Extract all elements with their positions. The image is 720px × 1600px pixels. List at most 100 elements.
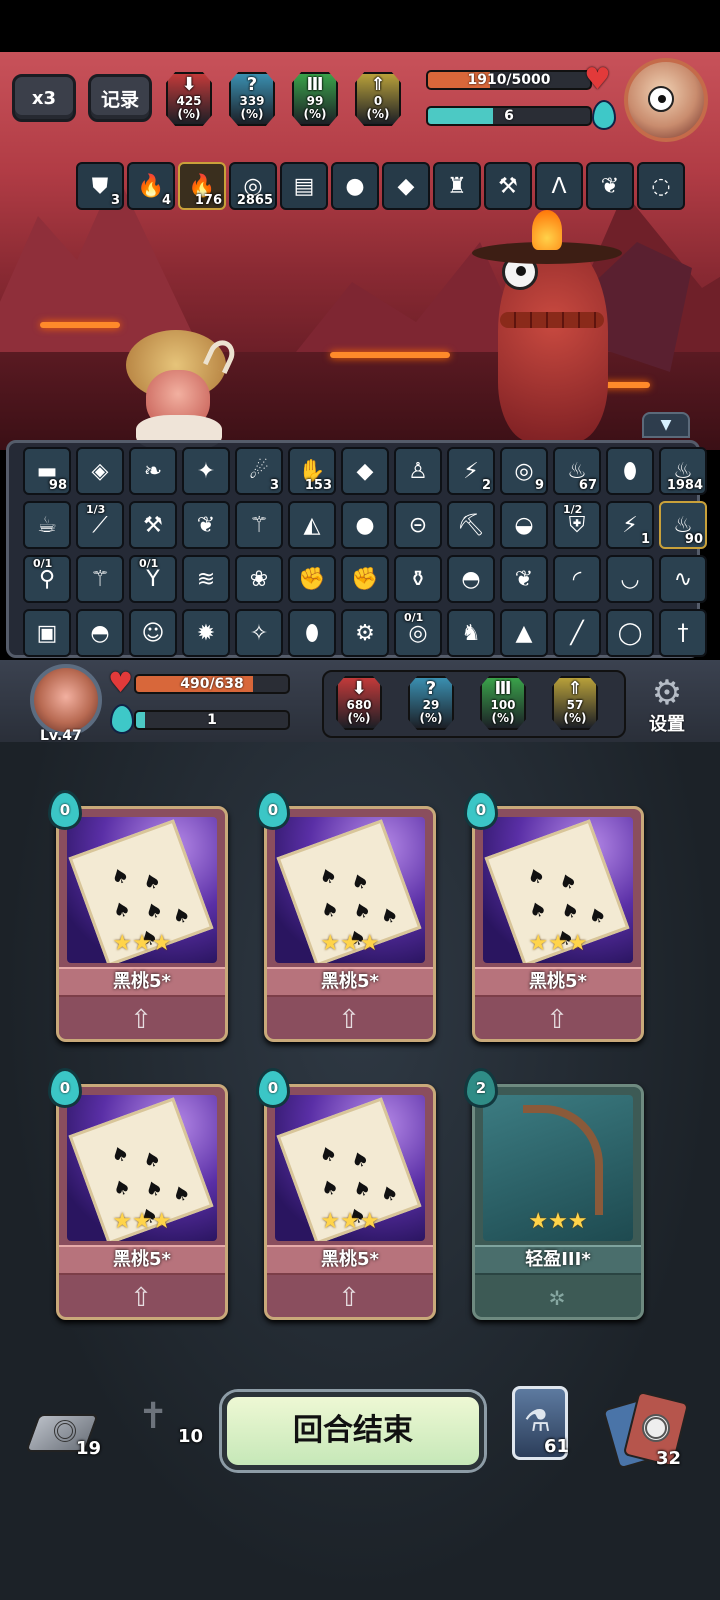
item-tile[interactable]: ✊ <box>288 555 336 603</box>
discard-pile[interactable]: 32 <box>602 1390 694 1474</box>
item-tile[interactable]: ❦ <box>182 501 230 549</box>
stat-badge[interactable]: Ⅲ 99 (%) <box>292 72 338 126</box>
tile-count: 9 <box>534 478 544 493</box>
item-tile[interactable]: ◒ <box>500 501 548 549</box>
item-tile[interactable]: ● <box>331 162 379 210</box>
item-tile[interactable]: ⊝ <box>394 501 442 549</box>
item-tile[interactable]: ◓ <box>447 555 495 603</box>
item-tile[interactable]: ♜ <box>433 162 481 210</box>
item-tile[interactable]: ❧ <box>129 447 177 495</box>
item-tile[interactable]: ⚙ <box>341 609 389 657</box>
item-tile[interactable]: ♞ <box>447 609 495 657</box>
player-energy-bar: 1 <box>134 710 290 730</box>
item-tile[interactable]: ✦ <box>182 447 230 495</box>
item-tile[interactable]: ❦ <box>500 555 548 603</box>
item-tile[interactable]: ☕ <box>23 501 71 549</box>
speed-button[interactable]: x3 <box>12 74 76 122</box>
collapse-relics-button[interactable]: ▼ <box>642 412 690 438</box>
item-tile[interactable]: ▲ <box>500 609 548 657</box>
wind-icon: ≋ <box>196 566 216 592</box>
item-tile[interactable]: ∿ <box>659 555 707 603</box>
item-tile[interactable]: ⛨ 1/2 <box>553 501 601 549</box>
item-tile[interactable]: ● <box>341 501 389 549</box>
card-stars: ★★★ <box>320 931 380 956</box>
item-tile[interactable]: ◓ <box>76 609 124 657</box>
enemy-portrait[interactable] <box>624 58 708 142</box>
item-tile[interactable]: ✋ 153 <box>288 447 336 495</box>
item-tile[interactable]: ♨ 90 <box>659 501 707 549</box>
rainbow-ring-icon: ◯ <box>617 620 643 646</box>
item-tile[interactable]: ♨ 1984 <box>659 447 707 495</box>
item-tile[interactable]: ⬮ <box>606 447 654 495</box>
item-tile[interactable]: ◆ <box>382 162 430 210</box>
item-tile[interactable]: ⚱ <box>394 555 442 603</box>
hand-card[interactable]: ♠ ♠ ♠ ♠ ♠ ♠ ★★★ 黑桃5* ⇧ <box>264 1084 436 1320</box>
grave-pile[interactable]: ✝ 10 <box>126 1396 210 1458</box>
item-tile[interactable]: ✧ <box>235 609 283 657</box>
stat-badge[interactable]: ⇑ 0 (%) <box>355 72 401 126</box>
item-tile[interactable]: ⚚ <box>235 501 283 549</box>
hand-card[interactable]: ♠ ♠ ♠ ♠ ♠ ♠ ★★★ 黑桃5* ⇧ <box>472 806 644 1042</box>
item-tile[interactable]: ◡ <box>606 555 654 603</box>
item-tile[interactable]: ◯ <box>606 609 654 657</box>
item-tile[interactable]: ⚡ 2 <box>447 447 495 495</box>
log-button[interactable]: 记录 <box>88 74 152 122</box>
item-tile[interactable]: ≋ <box>182 555 230 603</box>
hand-card[interactable]: ★★★ 轻盈III* ✲ <box>472 1084 644 1320</box>
torch-icon: ⚒ <box>498 173 518 199</box>
item-tile[interactable]: ╱ <box>553 609 601 657</box>
stat-badge[interactable]: ⬇ 425 (%) <box>166 72 212 126</box>
item-tile[interactable]: ◌ <box>637 162 685 210</box>
item-tile[interactable]: ᐱ <box>535 162 583 210</box>
item-tile[interactable]: ◈ <box>76 447 124 495</box>
item-tile[interactable]: 🔥 4 <box>127 162 175 210</box>
item-tile[interactable]: ☺ <box>129 609 177 657</box>
item-tile[interactable]: ◆ <box>341 447 389 495</box>
item-tile[interactable]: ✊ <box>341 555 389 603</box>
item-tile[interactable]: ◎ 9 <box>500 447 548 495</box>
tile-progress: 0/1 <box>33 557 53 570</box>
item-tile[interactable]: 🔥 176 <box>178 162 226 210</box>
item-tile[interactable]: ▬ 98 <box>23 447 71 495</box>
item-tile[interactable]: ◭ <box>288 501 336 549</box>
stat-badge[interactable]: ? 339 (%) <box>229 72 275 126</box>
item-tile[interactable]: ▣ <box>23 609 71 657</box>
item-tile[interactable]: ⚲ 0/1 <box>23 555 71 603</box>
settings-button[interactable]: ⚙ 设置 <box>636 676 698 738</box>
item-tile[interactable]: ⛏ <box>447 501 495 549</box>
stat-badge[interactable]: ⇑ 57 (%) <box>552 676 598 730</box>
item-tile[interactable]: ⛊ 3 <box>76 162 124 210</box>
player-character[interactable] <box>116 310 240 450</box>
end-turn-button[interactable]: 回合结束 <box>222 1392 484 1470</box>
item-tile[interactable]: ⚒ <box>129 501 177 549</box>
item-tile[interactable]: ◎ 0/1 <box>394 609 442 657</box>
item-tile[interactable]: ♙ <box>394 447 442 495</box>
stat-badge[interactable]: Ⅲ 100 (%) <box>480 676 526 730</box>
hand-card[interactable]: ♠ ♠ ♠ ♠ ♠ ♠ ★★★ 黑桃5* ⇧ <box>56 1084 228 1320</box>
question-icon: ? <box>425 678 437 699</box>
hand-card[interactable]: ♠ ♠ ♠ ♠ ♠ ♠ ★★★ 黑桃5* ⇧ <box>264 806 436 1042</box>
stat-badge[interactable]: ? 29 (%) <box>408 676 454 730</box>
item-tile[interactable]: ⚚ <box>76 555 124 603</box>
item-tile[interactable]: ◜ <box>553 555 601 603</box>
item-tile[interactable]: Y 0/1 <box>129 555 177 603</box>
item-tile[interactable]: ⚒ <box>484 162 532 210</box>
stat-badge[interactable]: ⬇ 680 (%) <box>336 676 382 730</box>
item-tile[interactable]: ❦ <box>586 162 634 210</box>
item-tile[interactable]: ⚡ 1 <box>606 501 654 549</box>
item-tile[interactable]: ◎ 2865 <box>229 162 277 210</box>
item-tile[interactable]: ▤ <box>280 162 328 210</box>
item-tile[interactable]: † <box>659 609 707 657</box>
player-portrait[interactable] <box>30 664 102 736</box>
item-tile[interactable]: ❀ <box>235 555 283 603</box>
item-tile[interactable]: ♨ 67 <box>553 447 601 495</box>
item-tile[interactable]: ⬮ <box>288 609 336 657</box>
item-tile[interactable]: ☄ 3 <box>235 447 283 495</box>
leaf-blade-icon: ❧ <box>143 458 163 484</box>
hand-card[interactable]: ♠ ♠ ♠ ♠ ♠ ♠ ★★★ 黑桃5* ⇧ <box>56 806 228 1042</box>
draw-pile[interactable]: 19 <box>25 1404 106 1464</box>
book-icon: ▤ <box>293 173 315 199</box>
item-tile[interactable]: ✹ <box>182 609 230 657</box>
item-tile[interactable]: ⟋ 1/3 <box>76 501 124 549</box>
potion-button[interactable]: ⚗ 61 <box>510 1386 570 1472</box>
